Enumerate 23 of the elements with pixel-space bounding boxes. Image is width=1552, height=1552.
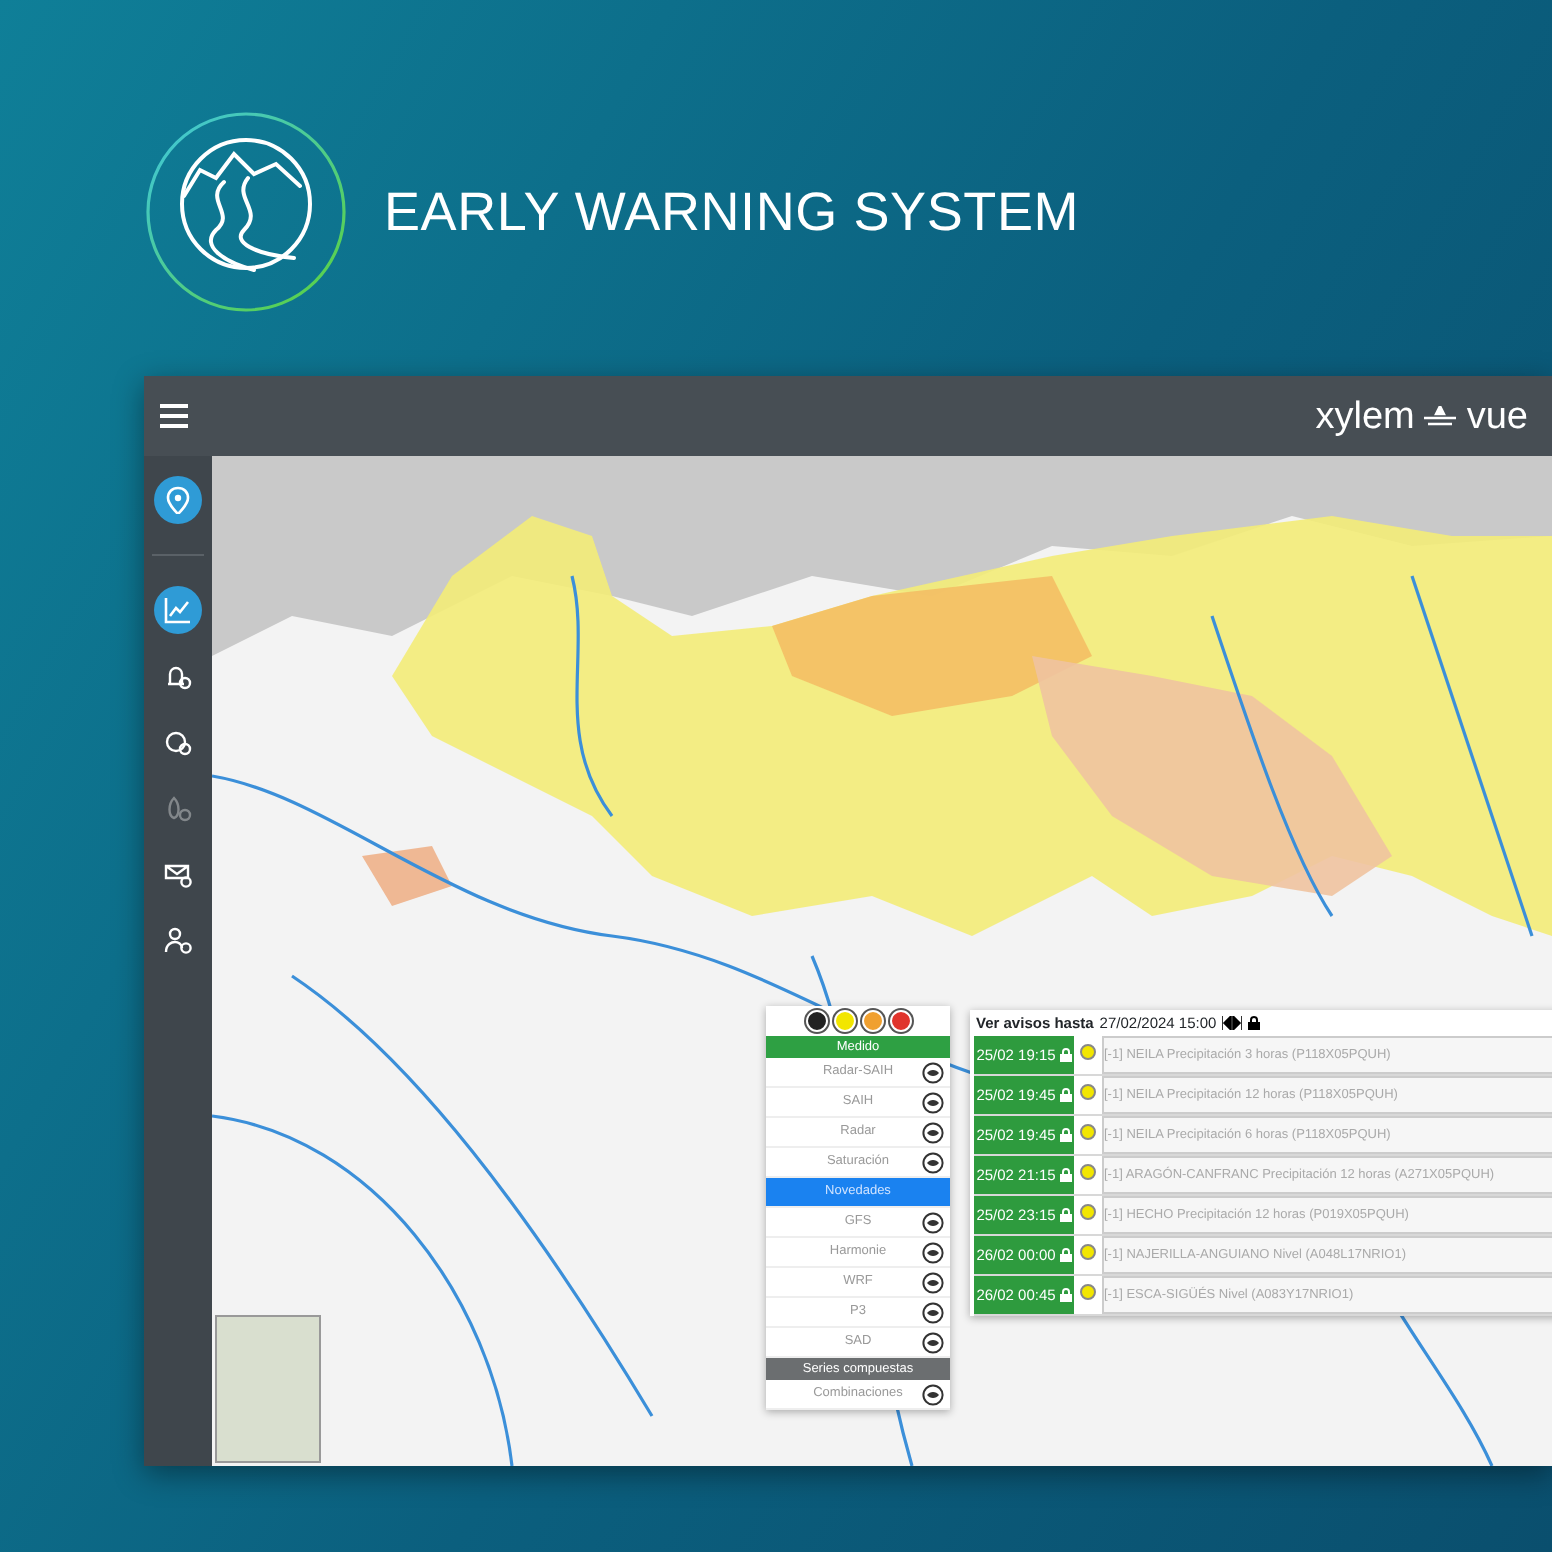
- eye-icon[interactable]: [922, 1384, 944, 1406]
- lock-icon[interactable]: [1248, 1016, 1261, 1031]
- eye-icon[interactable]: [922, 1092, 944, 1114]
- page-title: EARLY WARNING SYSTEM: [384, 179, 1080, 245]
- location-pin-icon[interactable]: [154, 476, 202, 524]
- eye-icon[interactable]: [922, 1272, 944, 1294]
- mountain-river-logo-icon: [144, 110, 348, 314]
- alert-level-filter[interactable]: [889, 1010, 911, 1032]
- eye-icon[interactable]: [922, 1122, 944, 1144]
- eye-icon[interactable]: [922, 1212, 944, 1234]
- eye-icon[interactable]: [922, 1332, 944, 1354]
- water-drop-logo-icon: [1422, 406, 1459, 426]
- logo-text: vue: [1466, 397, 1528, 435]
- alert-level-filter[interactable]: [805, 1010, 827, 1032]
- logo-text: xylem: [1315, 397, 1415, 435]
- eye-icon[interactable]: [922, 1242, 944, 1264]
- alert-level-filter[interactable]: [833, 1010, 855, 1032]
- eye-icon[interactable]: [922, 1302, 944, 1324]
- alert-level-filter[interactable]: [861, 1010, 883, 1032]
- eye-icon[interactable]: [922, 1062, 944, 1084]
- skip-icon[interactable]: [1222, 1016, 1243, 1031]
- line-chart-icon[interactable]: [154, 586, 202, 634]
- eye-icon[interactable]: [922, 1152, 944, 1174]
